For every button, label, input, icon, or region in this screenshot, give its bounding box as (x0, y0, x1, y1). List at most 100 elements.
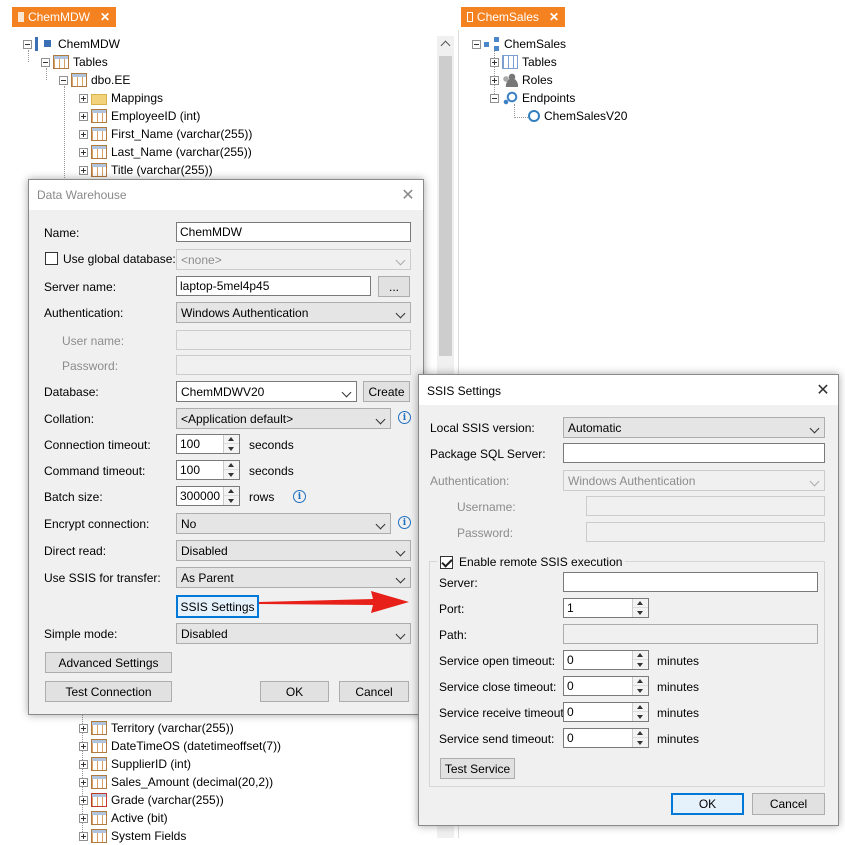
stepper-arrows[interactable] (632, 677, 648, 695)
tab-chemmdw[interactable]: ChemMDW ✕ (12, 7, 116, 27)
tree-label: Grade (varchar(255)) (111, 793, 224, 807)
service-close-timeout-stepper[interactable]: 0 (563, 676, 649, 696)
expand-icon[interactable] (79, 831, 88, 841)
tree-node-chemmdw[interactable]: ChemMDW (23, 35, 120, 53)
tree-node-column[interactable]: Territory (varchar(255)) (79, 719, 234, 737)
expand-icon[interactable] (490, 57, 499, 67)
advanced-settings-button[interactable]: Advanced Settings (45, 652, 172, 673)
expand-icon[interactable] (79, 813, 88, 823)
simple-mode-label: Simple mode: (44, 627, 118, 641)
tree-node-roles[interactable]: Roles (490, 71, 553, 89)
stepper-arrows[interactable] (223, 461, 239, 479)
service-send-timeout-stepper[interactable]: 0 (563, 728, 649, 748)
direct-read-select[interactable]: Disabled (176, 540, 411, 561)
tree-node-mappings[interactable]: Mappings (79, 89, 163, 107)
test-service-button[interactable]: Test Service (440, 758, 515, 779)
stepper-arrows[interactable] (632, 729, 648, 747)
use-ssis-select[interactable]: As Parent (176, 567, 411, 588)
cancel-button[interactable]: Cancel (752, 793, 825, 815)
tree-node-endpoint-chemsalesv20[interactable]: ChemSalesV20 (528, 107, 627, 125)
password-label: Password: (62, 359, 119, 373)
select-value: Windows Authentication (568, 474, 696, 488)
collapse-icon[interactable] (41, 57, 50, 67)
tree-node-system-fields[interactable]: System Fields (79, 827, 186, 845)
expand-icon[interactable] (79, 129, 88, 139)
path-input[interactable] (563, 624, 818, 644)
database-select[interactable]: ChemMDWV20 (176, 381, 357, 402)
info-icon[interactable]: i (293, 490, 306, 503)
command-timeout-stepper[interactable]: 100 (176, 460, 240, 480)
expand-icon[interactable] (79, 147, 88, 157)
expand-icon[interactable] (79, 723, 88, 733)
package-sql-server-input[interactable] (563, 443, 825, 463)
browse-server-button[interactable]: ... (378, 276, 410, 297)
tree-node-tables[interactable]: Tables (41, 53, 108, 71)
expand-icon[interactable] (79, 759, 88, 769)
tree-node-column[interactable]: SupplierID (int) (79, 755, 191, 773)
expand-icon[interactable] (79, 777, 88, 787)
encrypt-connection-select[interactable]: No (176, 513, 391, 534)
expand-icon[interactable] (79, 741, 88, 751)
close-icon[interactable]: ✕ (549, 10, 559, 24)
scrollbar-thumb[interactable] (439, 56, 452, 356)
global-db-select[interactable]: <none> (176, 249, 411, 270)
stepper-arrows[interactable] (632, 599, 648, 617)
tree-node-tables[interactable]: Tables (490, 53, 557, 71)
connection-timeout-stepper[interactable]: 100 (176, 434, 240, 454)
create-database-button[interactable]: Create (363, 381, 410, 402)
port-stepper[interactable]: 1 (563, 598, 649, 618)
tree-node-column[interactable]: Sales_Amount (decimal(20,2)) (79, 773, 273, 791)
server-input[interactable] (563, 572, 818, 592)
tree-label: ChemMDW (58, 37, 120, 51)
collapse-icon[interactable] (490, 93, 499, 103)
enable-remote-checkbox[interactable] (440, 555, 453, 569)
ssis-settings-button[interactable]: SSIS Settings (176, 595, 259, 618)
collapse-icon[interactable] (472, 39, 481, 49)
scroll-up-icon[interactable] (440, 40, 451, 51)
batch-size-label: Batch size: (44, 490, 103, 504)
info-icon[interactable]: i (398, 411, 411, 424)
simple-mode-select[interactable]: Disabled (176, 623, 411, 644)
tree-node-column[interactable]: EmployeeID (int) (79, 107, 200, 125)
tree-label: Tables (73, 55, 108, 69)
tab-chemsales[interactable]: ChemSales ✕ (461, 7, 565, 27)
stepper-arrows[interactable] (632, 703, 648, 721)
cancel-button[interactable]: Cancel (339, 681, 409, 702)
tree-node-column[interactable]: Title (varchar(255)) (79, 161, 213, 179)
authentication-select[interactable]: Windows Authentication (176, 302, 411, 323)
tree-label: Sales_Amount (decimal(20,2)) (111, 775, 274, 789)
info-icon[interactable]: i (398, 516, 411, 529)
batch-size-stepper[interactable]: 300000 (176, 486, 240, 506)
expand-icon[interactable] (79, 111, 88, 121)
tree-node-column[interactable]: Grade (varchar(255)) (79, 791, 224, 809)
tree-node-column[interactable]: Active (bit) (79, 809, 168, 827)
tree-node-chemsales[interactable]: ChemSales (472, 35, 566, 53)
use-global-db-checkbox[interactable] (45, 252, 58, 265)
close-icon[interactable]: ✕ (812, 379, 834, 401)
tree-node-endpoints[interactable]: Endpoints (490, 89, 575, 107)
tree-node-table-dbo-ee[interactable]: dbo.EE (59, 71, 130, 89)
stepper-arrows[interactable] (223, 435, 239, 453)
local-ssis-version-select[interactable]: Automatic (563, 417, 825, 438)
test-connection-button[interactable]: Test Connection (45, 681, 172, 702)
stepper-arrows[interactable] (223, 487, 239, 505)
close-icon[interactable]: ✕ (100, 10, 110, 24)
close-icon[interactable]: ✕ (397, 184, 419, 206)
ok-button[interactable]: OK (671, 793, 744, 815)
expand-icon[interactable] (79, 93, 88, 103)
expand-icon[interactable] (490, 75, 499, 85)
expand-icon[interactable] (79, 795, 88, 805)
service-open-timeout-stepper[interactable]: 0 (563, 650, 649, 670)
tree-node-column[interactable]: Last_Name (varchar(255)) (79, 143, 252, 161)
collapse-icon[interactable] (59, 75, 68, 85)
server-name-input[interactable]: laptop-5mel4p45 (176, 276, 371, 296)
collapse-icon[interactable] (23, 39, 32, 49)
expand-icon[interactable] (79, 165, 88, 175)
collation-select[interactable]: <Application default> (176, 408, 391, 429)
service-receive-timeout-stepper[interactable]: 0 (563, 702, 649, 722)
tree-node-column[interactable]: DateTimeOS (datetimeoffset(7)) (79, 737, 281, 755)
stepper-arrows[interactable] (632, 651, 648, 669)
tree-node-column[interactable]: First_Name (varchar(255)) (79, 125, 252, 143)
name-input[interactable]: ChemMDW (176, 222, 411, 242)
ok-button[interactable]: OK (260, 681, 329, 702)
